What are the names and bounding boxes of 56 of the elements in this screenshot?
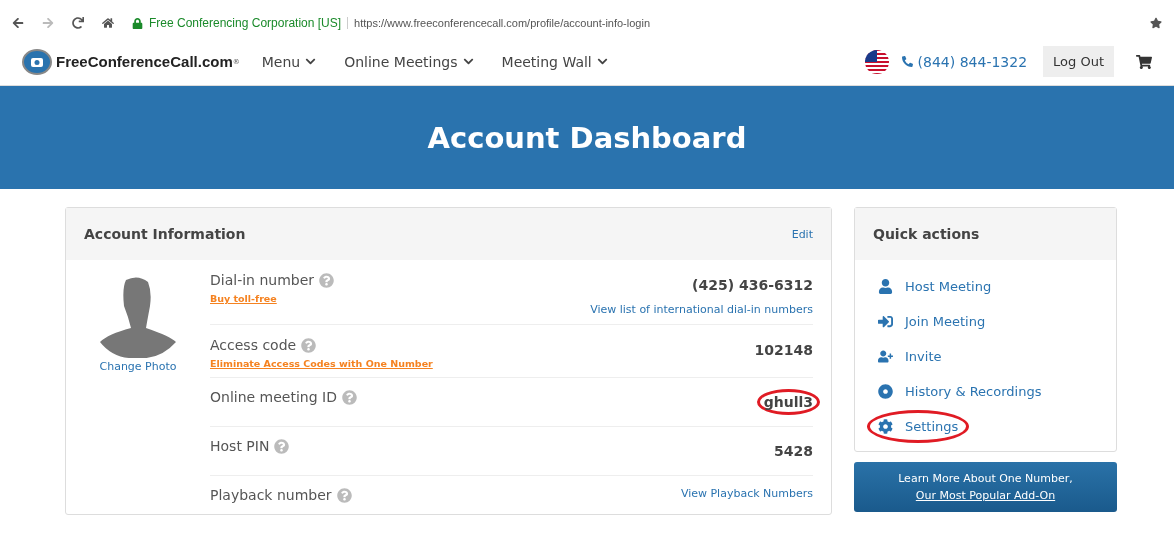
field-label: Playback number	[210, 487, 352, 503]
chevron-icon	[462, 56, 474, 67]
address-bar[interactable]: Free Conferencing Corporation [US] https://www.freeconferencecall.com/profile/account-info-login	[132, 16, 650, 30]
chevron-icon	[305, 56, 317, 67]
star-icon[interactable]	[1150, 17, 1162, 29]
forward-icon[interactable]	[42, 17, 54, 29]
user-plus-icon	[878, 349, 893, 364]
avatar-icon	[100, 276, 176, 358]
settings-icon	[878, 419, 893, 434]
logout-button[interactable]: Log Out	[1043, 46, 1114, 77]
site-identity: Free Conferencing Corporation [US]	[149, 16, 342, 30]
phone-icon	[901, 56, 913, 67]
field-value: 102148	[753, 341, 814, 360]
lock-icon	[132, 17, 143, 29]
edit-link[interactable]: Edit	[791, 227, 813, 241]
field-label: Host PIN	[210, 438, 290, 454]
help-icon[interactable]	[319, 272, 335, 288]
quick-action-link[interactable]: Settings	[867, 410, 970, 443]
phone-link[interactable]: (844) 844-1322	[901, 53, 1028, 70]
promo-banner[interactable]: Learn More About One Number, Our Most Popular Add-On	[854, 462, 1117, 512]
target-icon	[878, 384, 893, 399]
nav-menu[interactable]: Online Meetings	[344, 53, 474, 70]
quick-action-link[interactable]: Host Meeting	[867, 270, 1003, 303]
chevron-icon	[596, 56, 608, 67]
help-icon[interactable]	[342, 389, 357, 405]
quick-action-link[interactable]: Join Meeting	[867, 305, 997, 338]
url-text: https://www.freeconferencecall.com/profile/account-info-login	[347, 17, 650, 29]
help-icon[interactable]	[274, 438, 290, 454]
numbers-link[interactable]: View list of international dial-in numbers	[590, 303, 813, 316]
refresh-icon[interactable]	[72, 17, 84, 29]
field-value: ghull3	[756, 389, 820, 415]
home-icon[interactable]	[102, 17, 114, 29]
help-icon[interactable]	[301, 337, 317, 353]
promo-text: Learn More About One Number,	[898, 472, 1073, 485]
quick-action-link[interactable]: Invite	[867, 340, 953, 373]
field-label: Online meeting ID	[210, 389, 357, 405]
numbers-link[interactable]: View Playback Numbers	[680, 487, 813, 500]
card-title: Account Information	[84, 226, 246, 242]
promo-link[interactable]: Our Most Popular Add-On	[915, 489, 1056, 502]
quick-action-link[interactable]: History & Recordings	[867, 375, 1053, 408]
field-label: Access code	[210, 337, 433, 353]
field-value: 5428	[773, 442, 814, 461]
logo-text[interactable]: FreeConferenceCall.com	[56, 53, 233, 70]
help-icon[interactable]	[336, 487, 352, 503]
nav-menu[interactable]: Meeting Wall	[501, 53, 608, 70]
user-icon	[878, 279, 893, 294]
back-icon[interactable]	[12, 17, 24, 29]
page-title: Account Dashboard	[427, 120, 747, 155]
change-photo-link[interactable]: Change Photo	[99, 360, 177, 373]
phone-logo-icon	[22, 48, 52, 75]
nav-menu[interactable]: Menu	[261, 53, 317, 70]
sign-in-icon	[878, 314, 893, 329]
field-label: Dial-in number	[210, 272, 335, 288]
cart-icon[interactable]	[1136, 53, 1152, 70]
field-value: (425) 436-6312	[691, 276, 814, 295]
card-title: Quick actions	[873, 226, 980, 242]
